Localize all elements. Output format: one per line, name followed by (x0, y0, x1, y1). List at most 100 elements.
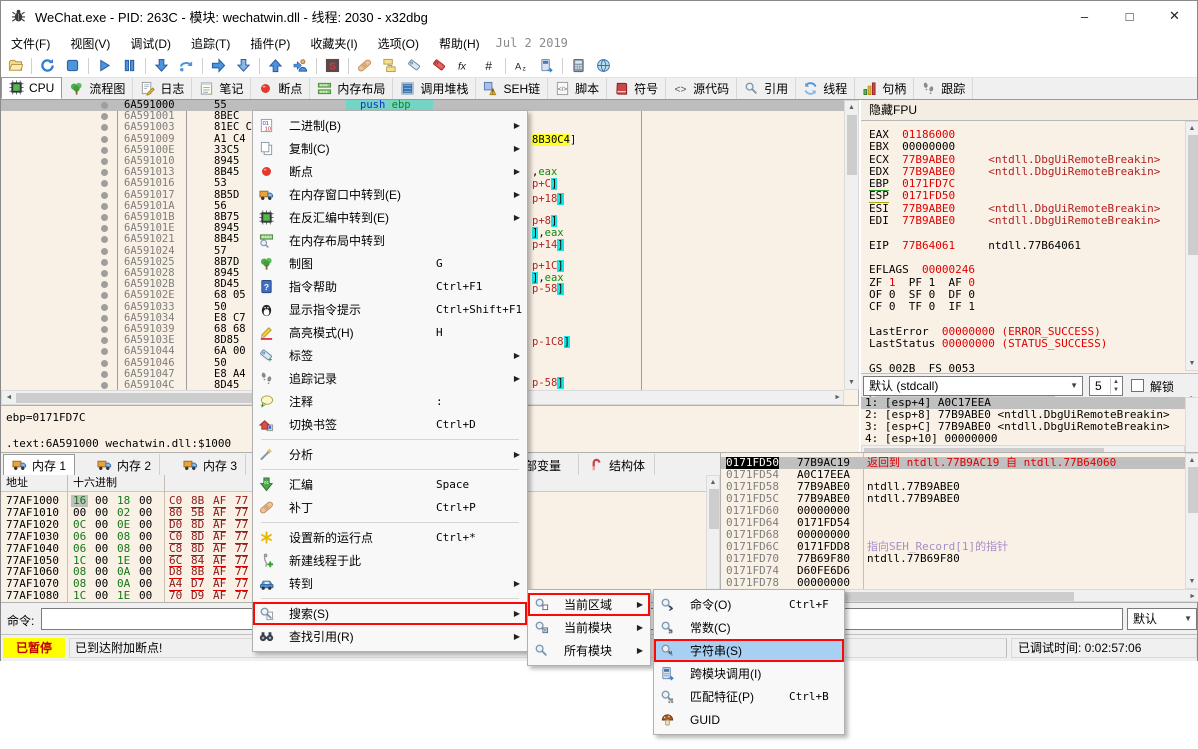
tab-句柄[interactable]: 句柄 (855, 78, 914, 99)
menubar-item-1[interactable]: 视图(V) (60, 32, 120, 55)
menubar-item-2[interactable]: 调试(D) (120, 32, 181, 55)
menu-item-显示指令提示[interactable]: 显示指令提示Ctrl+Shift+F1 (253, 298, 527, 321)
menu-item-标签[interactable]: +标签▶ (253, 344, 527, 367)
tab-断点[interactable]: 断点 (251, 78, 310, 99)
breakpoint-gutter-dot[interactable] (101, 259, 108, 266)
argument-depth-stepper[interactable]: 5 ▲ ▼ (1089, 376, 1123, 396)
breakpoint-gutter-dot[interactable] (101, 326, 108, 333)
toolbar-pause-button[interactable] (117, 56, 142, 77)
disasm-vscrollbar[interactable]: ▲▼ (844, 100, 859, 390)
toolbar-annotations-button[interactable] (377, 56, 402, 77)
menu-item-当前模块[interactable]: 当前模块▶ (528, 616, 650, 639)
toolbar-trace-toolbar-button[interactable] (427, 56, 452, 77)
tab-源代码[interactable]: <>源代码 (666, 78, 737, 99)
command-profile-select[interactable]: 默认 ▼ (1127, 608, 1197, 630)
breakpoint-gutter-dot[interactable] (101, 371, 108, 378)
toolbar-run-button[interactable] (92, 56, 117, 77)
toolbar-step-into-button[interactable] (149, 56, 174, 77)
register-line[interactable]: CF 0 TF 0 IF 1 (869, 301, 1160, 313)
register-line[interactable]: EIP 77B64061 ntdll.77B64061 (869, 240, 1160, 252)
stack-row[interactable]: 0171FD640171FD54 (721, 517, 1198, 529)
menu-item-命令(O)[interactable]: 命令(O)Ctrl+F (654, 593, 844, 616)
tab-内存布局[interactable]: 内存布局 (310, 78, 393, 99)
dump-tab-结构体[interactable]: 结构体 (581, 454, 655, 476)
calling-convention-select[interactable]: 默认 (stdcall) ▼ (863, 376, 1083, 396)
menu-item-二进制(B)[interactable]: 0110二进制(B)▶ (253, 114, 527, 137)
toolbar-stop-button[interactable] (60, 56, 85, 77)
menu-item-指令帮助[interactable]: ?指令帮助Ctrl+F1 (253, 275, 527, 298)
breakpoint-gutter-dot[interactable] (101, 136, 108, 143)
tab-SEH链[interactable]: !SEH链 (476, 78, 548, 99)
tab-CPU[interactable]: CPU (1, 77, 62, 99)
minimize-button[interactable]: – (1062, 1, 1107, 31)
menu-item-补丁[interactable]: 补丁Ctrl+P (253, 496, 527, 519)
menubar-item-7[interactable]: 帮助(H) (429, 32, 490, 55)
breakpoint-gutter-dot[interactable] (101, 203, 108, 210)
toolbar-globe-button[interactable] (591, 56, 616, 77)
menu-item-追踪记录[interactable]: 追踪记录▶ (253, 367, 527, 390)
stack-row[interactable]: 0171FD5C77B9ABE0ntdll.77B9ABE0 (721, 493, 1198, 505)
toolbar-execute-till-return-button[interactable] (206, 56, 231, 77)
breakpoint-gutter-dot[interactable] (101, 360, 108, 367)
toolbar-patch-button[interactable] (352, 56, 377, 77)
menu-item-分析[interactable]: 分析▶ (253, 443, 527, 466)
menu-item-转到[interactable]: 转到▶ (253, 572, 527, 595)
menu-item-GUID[interactable]: GUID (654, 708, 844, 731)
tab-日志[interactable]: 日志 (133, 78, 192, 99)
tab-引用[interactable]: 引用 (737, 78, 796, 99)
dump-vscrollbar[interactable]: ▲▼ (706, 475, 720, 602)
menu-item-查找引用(R)[interactable]: 查找引用(R)▶ (253, 625, 527, 648)
toolbar-step-out-button[interactable] (231, 56, 256, 77)
dump-tab-内存 1[interactable]: 内存 1 (3, 454, 75, 476)
toolbar-calculator-button[interactable] (566, 56, 591, 77)
stack-row[interactable]: 0171FD7800000000 (721, 577, 1198, 589)
breakpoint-gutter-dot[interactable] (101, 315, 108, 322)
breakpoint-gutter-dot[interactable] (101, 147, 108, 154)
tab-跟踪[interactable]: 跟踪 (914, 78, 973, 99)
title-bar[interactable]: WeChat.exe - PID: 263C - 模块: wechatwin.d… (1, 1, 1197, 31)
register-line[interactable]: LastStatus 00000000 (STATUS_SUCCESS) (869, 338, 1160, 350)
toolbar-hash-button[interactable]: # (477, 56, 502, 77)
breakpoint-gutter-dot[interactable] (101, 382, 108, 389)
dump-tab-内存 3[interactable]: 内存 3 (175, 454, 246, 476)
toolbar-step-over-button[interactable] (174, 56, 199, 77)
menubar-item-4[interactable]: 插件(P) (240, 32, 300, 55)
menu-item-制图[interactable]: 制图G (253, 252, 527, 275)
toolbar-function-button[interactable]: fx (452, 56, 477, 77)
spin-down-icon[interactable]: ▼ (1110, 386, 1121, 394)
dump-tab-内存 2[interactable]: 内存 2 (89, 454, 160, 476)
menu-item-设置新的运行点[interactable]: 设置新的运行点Ctrl+* (253, 526, 527, 549)
menu-item-切换书签[interactable]: 切换书签Ctrl+D (253, 413, 527, 436)
menu-item-在反汇编中转到(E)[interactable]: 在反汇编中转到(E)▶ (253, 206, 527, 229)
menu-item-字符串(S)[interactable]: “字符串(S) (654, 639, 844, 662)
menu-item-汇编[interactable]: 01汇编Space (253, 473, 527, 496)
stack-view[interactable]: 0171FD5077B9AC19返回到 ntdll.77B9AC19 自 ntd… (720, 452, 1198, 602)
breakpoint-gutter-dot[interactable] (101, 192, 108, 199)
menubar-item-0[interactable]: 文件(F) (1, 32, 60, 55)
menu-item-新建线程于此[interactable]: 新建线程于此 (253, 549, 527, 572)
menu-item-在内存布局中转到[interactable]: 在内存布局中转到 (253, 229, 527, 252)
toolbar-attach-button[interactable] (288, 56, 313, 77)
register-line[interactable]: EDI 77B9ABE0 <ntdll.DbgUiRemoteBreakin> (869, 215, 1160, 227)
menu-item-跨模块调用(I)[interactable]: 跨模块调用(I) (654, 662, 844, 685)
tab-脚本[interactable]: </>脚本 (548, 78, 607, 99)
toolbar-restart-button[interactable] (35, 56, 60, 77)
menu-item-匹配特征(P)[interactable]: 匹配特征(P)Ctrl+B (654, 685, 844, 708)
menu-item-搜索(S)[interactable]: 搜索(S)▶ (253, 602, 527, 625)
toolbar-scylla-button[interactable]: S (320, 56, 345, 77)
unlock-checkbox[interactable] (1131, 379, 1144, 392)
stack-row[interactable]: 0171FD6000000000 (721, 505, 1198, 517)
breakpoint-gutter-dot[interactable] (101, 304, 108, 311)
menu-item-在内存窗口中转到(E)[interactable]: 在内存窗口中转到(E)▶ (253, 183, 527, 206)
tab-符号[interactable]: 符号 (607, 78, 666, 99)
arguments-view[interactable]: 1: [esp+4] A0C17EEA2: [esp+8] 77B9ABE0 <… (861, 397, 1185, 445)
menubar-item-5[interactable]: 收藏夹(I) (300, 32, 367, 55)
stack-row[interactable]: 0171FD74D60FE6D6 (721, 565, 1198, 577)
arguments-vscrollbar[interactable] (1185, 397, 1198, 455)
breakpoint-gutter-dot[interactable] (101, 158, 108, 165)
menu-item-常数(C)[interactable]: #常数(C) (654, 616, 844, 639)
tab-调用堆栈[interactable]: 调用堆栈 (393, 78, 476, 99)
stack-vscrollbar[interactable]: ▲▼ (1185, 453, 1198, 589)
argument-row[interactable]: 4: [esp+10] 00000000 (861, 433, 1185, 445)
toolbar-run-to-user-button[interactable] (263, 56, 288, 77)
